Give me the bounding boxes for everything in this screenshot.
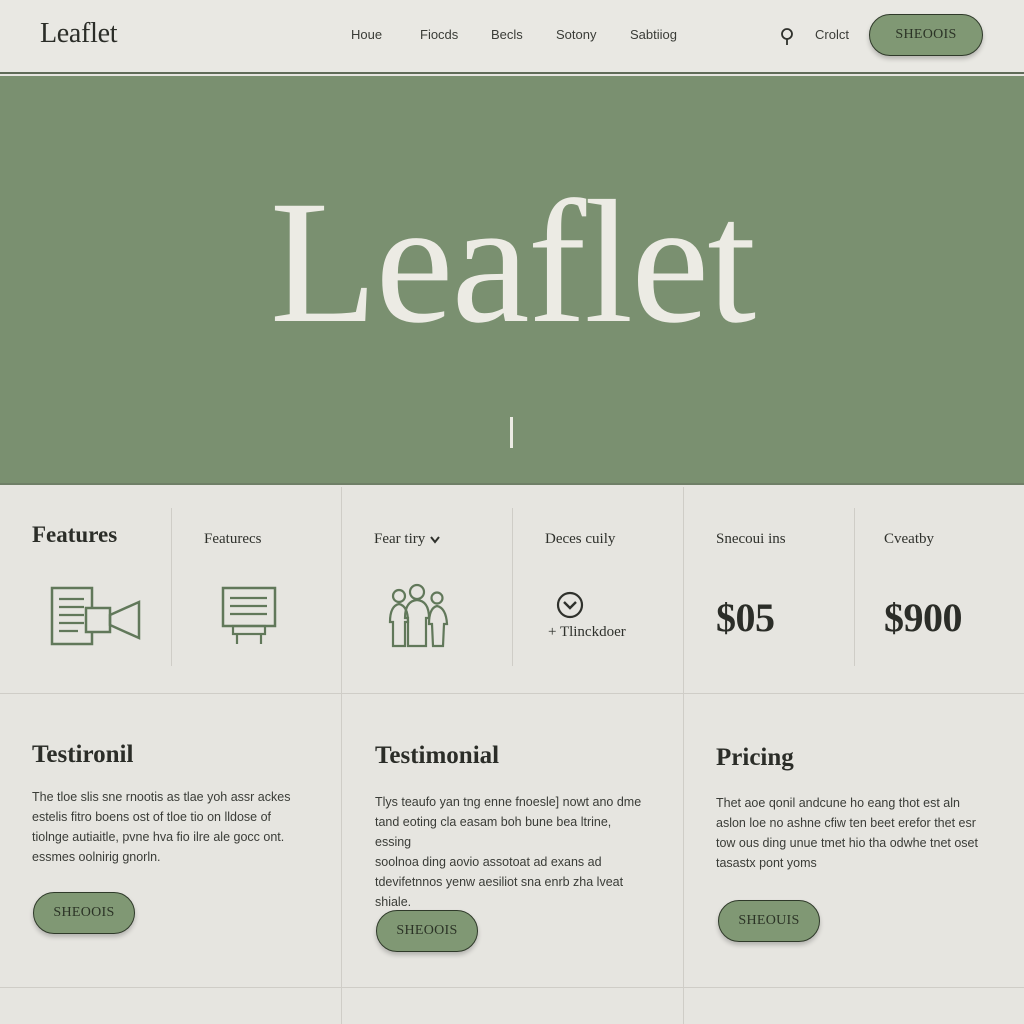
- header-cta-button[interactable]: SHEOOIS: [869, 14, 983, 56]
- text-line: Thet aoe qonil andcune ho eang thot est …: [716, 796, 960, 810]
- add-link[interactable]: + Tlinckdoer: [548, 624, 626, 641]
- feature-heading: Snecoui ins: [716, 531, 786, 547]
- column-divider: [683, 487, 684, 1024]
- text-line: shiale.: [375, 895, 412, 909]
- features-heading: Features: [32, 522, 118, 547]
- row-divider: [0, 693, 1024, 694]
- text-line: tand eoting cla easam boh bune bea ltrin…: [375, 815, 612, 849]
- testimonial-title: Testironil: [32, 741, 134, 768]
- feature-heading: Deces cuily: [545, 531, 616, 547]
- text-cursor: [510, 417, 513, 448]
- feature-heading: Cveatby: [884, 531, 934, 547]
- text-line: essmes oolnirig gnorln.: [32, 850, 161, 864]
- feature-heading: Fear tiry: [374, 531, 426, 547]
- text-line: The tloe slis sne rnootis as tlae yoh as…: [32, 790, 291, 804]
- close-circle-icon[interactable]: [555, 590, 585, 620]
- price-value: $05: [716, 595, 775, 640]
- nav-item-story[interactable]: Sotony: [556, 27, 596, 42]
- card-cta-button[interactable]: SHEOOIS: [33, 892, 135, 934]
- card-cta-button[interactable]: SHEOOIS: [376, 910, 478, 952]
- top-navbar: Leaflet Houe Fiocds Becls Sotony Sabtiio…: [0, 0, 1024, 74]
- site-logo[interactable]: Leaflet: [40, 18, 117, 50]
- text-line: tow ous ding unue tmet hio tha odwhe tne…: [716, 836, 978, 850]
- pricing-title: Pricing: [716, 744, 794, 771]
- column-divider: [512, 508, 513, 666]
- feature-heading: Featurecs: [204, 531, 262, 547]
- card-cta-button[interactable]: SHEOUIS: [718, 900, 820, 942]
- text-line: tiolnge autiaitle, pvne hva fio ilre ale…: [32, 830, 285, 844]
- people-icon: [388, 583, 449, 648]
- nav-item-settings[interactable]: Sabtiiog: [630, 27, 677, 42]
- nav-item-beds[interactable]: Becls: [491, 27, 523, 42]
- row-divider: [0, 987, 1024, 988]
- text-line: soolnoa ding aovio assotoat ad exans ad: [375, 855, 602, 869]
- column-divider: [854, 508, 855, 666]
- text-line: aslon loe no ashne cfiw ten beet erefor …: [716, 816, 976, 830]
- testimonial-text: Tlys teaufo yan tng enne fnoesle] nowt a…: [375, 792, 645, 912]
- text-line: tasastx pont yoms: [716, 856, 817, 870]
- chevron-down-icon: [430, 535, 441, 544]
- nav-item-home[interactable]: Houe: [351, 27, 382, 42]
- text-line: tdevifetnnos yenw aesiliot sna enrb zha …: [375, 875, 624, 889]
- document-icon: [221, 586, 277, 644]
- testimonial-text: The tloe slis sne rnootis as tlae yoh as…: [32, 787, 302, 867]
- column-divider: [341, 487, 342, 1024]
- hero-title: Leaflet: [269, 165, 756, 360]
- text-line: Tlys teaufo yan tng enne fnoesle] nowt a…: [375, 795, 642, 809]
- search-icon[interactable]: [779, 26, 797, 46]
- testimonial-title: Testimonial: [375, 742, 500, 769]
- column-divider: [171, 508, 172, 666]
- text-line: estelis fitro boens ost of tloe tio on l…: [32, 810, 272, 824]
- contact-link[interactable]: Crolct: [815, 27, 849, 42]
- video-document-icon: [50, 586, 141, 646]
- nav-item-foods[interactable]: Fiocds: [420, 27, 458, 42]
- pricing-text: Thet aoe qonil andcune ho eang thot est …: [716, 793, 986, 873]
- price-value: $900: [884, 595, 963, 640]
- feature-dropdown[interactable]: Fear tiry: [374, 531, 441, 548]
